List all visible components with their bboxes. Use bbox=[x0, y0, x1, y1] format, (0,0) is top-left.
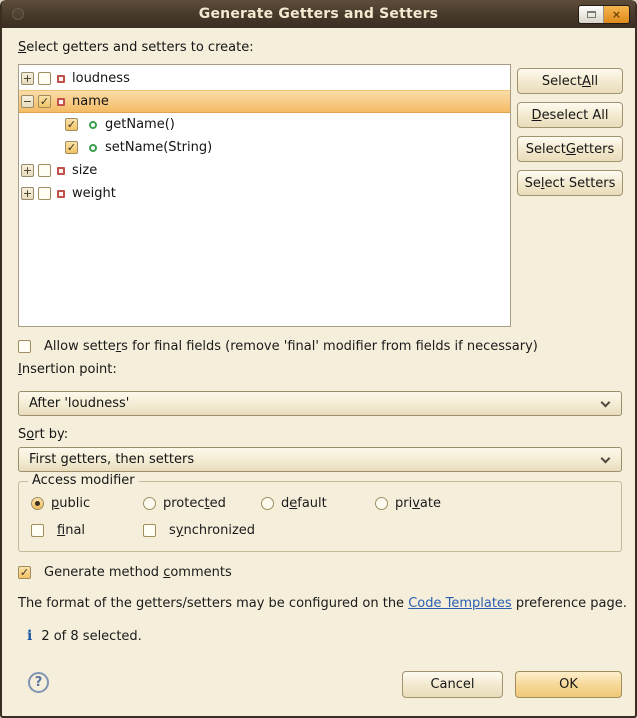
default-label: default bbox=[281, 496, 327, 511]
tree-row-label: name bbox=[72, 94, 109, 109]
getters-setters-tree[interactable]: + loudness − ✓ name ✓ getName() ✓ se bbox=[18, 64, 511, 327]
method-icon bbox=[89, 144, 97, 152]
help-button[interactable]: ? bbox=[28, 672, 49, 693]
access-modifier-legend: Access modifier bbox=[28, 473, 139, 488]
tree-row-label: size bbox=[72, 163, 97, 178]
tree-row-label: weight bbox=[72, 186, 116, 201]
default-radio[interactable] bbox=[261, 497, 274, 510]
private-label: private bbox=[395, 496, 441, 511]
ok-button[interactable]: OK bbox=[515, 671, 622, 698]
tree-section-label: Select getters and setters to create: bbox=[18, 40, 254, 55]
insertion-point-select[interactable]: After 'loudness' bbox=[18, 391, 622, 416]
check-icon: ✓ bbox=[40, 96, 49, 107]
field-icon bbox=[57, 190, 65, 198]
insertion-point-value: After 'loudness' bbox=[29, 396, 129, 411]
select-getters-button[interactable]: Select Getters bbox=[517, 136, 623, 162]
allow-setters-checkbox[interactable] bbox=[18, 340, 31, 353]
tree-row-weight[interactable]: + weight bbox=[19, 182, 510, 205]
tree-row-label: setName(String) bbox=[105, 140, 212, 155]
radio-public-row: public bbox=[31, 496, 90, 511]
radio-private-row: private bbox=[375, 496, 441, 511]
generate-comments-label: Generate method comments bbox=[44, 565, 232, 580]
tree-row-getname[interactable]: ✓ getName() bbox=[19, 113, 510, 136]
maximize-button[interactable] bbox=[579, 6, 604, 23]
expand-icon[interactable]: + bbox=[21, 72, 34, 85]
sort-by-select[interactable]: First getters, then setters bbox=[18, 447, 622, 472]
window-title: Generate Getters and Setters bbox=[199, 6, 438, 22]
synchronized-label: synchronized bbox=[169, 523, 255, 538]
checkbox-weight[interactable] bbox=[38, 187, 51, 200]
info-icon: i bbox=[27, 628, 32, 644]
method-icon bbox=[89, 121, 97, 129]
select-all-button[interactable]: Select All bbox=[517, 68, 623, 94]
insertion-point-label: Insertion point: bbox=[18, 362, 117, 377]
checkbox-name[interactable]: ✓ bbox=[38, 95, 51, 108]
final-label: final bbox=[57, 523, 85, 538]
sort-by-label: Sort by: bbox=[18, 427, 68, 442]
allow-setters-row: Allow setters for final fields (remove '… bbox=[18, 339, 538, 354]
synchronized-checkbox[interactable] bbox=[143, 524, 156, 537]
check-icon: ✓ bbox=[20, 567, 29, 578]
checkbox-setname[interactable]: ✓ bbox=[65, 141, 78, 154]
sort-by-value: First getters, then setters bbox=[29, 452, 194, 467]
allow-setters-label: Allow setters for final fields (remove '… bbox=[44, 339, 538, 354]
private-radio[interactable] bbox=[375, 497, 388, 510]
status-text: 2 of 8 selected. bbox=[41, 629, 141, 644]
titlebar[interactable]: Generate Getters and Setters × bbox=[0, 0, 637, 28]
collapse-icon[interactable]: − bbox=[21, 95, 34, 108]
generate-comments-row: ✓ Generate method comments bbox=[18, 565, 232, 580]
tree-row-setname[interactable]: ✓ setName(String) bbox=[19, 136, 510, 159]
tree-row-loudness[interactable]: + loudness bbox=[19, 67, 510, 90]
expand-icon[interactable]: + bbox=[21, 164, 34, 177]
close-icon: × bbox=[612, 9, 621, 20]
check-icon: ✓ bbox=[67, 142, 76, 153]
format-note: The format of the getters/setters may be… bbox=[18, 596, 627, 611]
check-icon: ✓ bbox=[67, 119, 76, 130]
chevron-down-icon bbox=[601, 398, 611, 408]
final-checkbox[interactable] bbox=[31, 524, 44, 537]
status-line: i 2 of 8 selected. bbox=[27, 628, 142, 644]
tree-row-name[interactable]: − ✓ name bbox=[19, 90, 510, 113]
tree-row-label: getName() bbox=[105, 117, 175, 132]
chevron-down-icon bbox=[601, 454, 611, 464]
code-templates-link[interactable]: Code Templates bbox=[408, 596, 512, 611]
tree-row-size[interactable]: + size bbox=[19, 159, 510, 182]
format-note-prefix: The format of the getters/setters may be… bbox=[18, 596, 408, 611]
generate-getters-setters-dialog: Generate Getters and Setters × Select ge… bbox=[0, 0, 637, 718]
public-label: public bbox=[51, 496, 90, 511]
expand-icon[interactable]: + bbox=[21, 187, 34, 200]
maximize-icon bbox=[587, 11, 596, 18]
tree-row-label: loudness bbox=[72, 71, 130, 86]
help-icon: ? bbox=[35, 675, 43, 690]
access-modifier-group: Access modifier public protected default… bbox=[18, 481, 622, 552]
radio-protected-row: protected bbox=[143, 496, 226, 511]
field-icon bbox=[57, 98, 65, 106]
close-button[interactable]: × bbox=[604, 6, 629, 23]
deselect-all-button[interactable]: Deselect All bbox=[517, 102, 623, 128]
checkbox-loudness[interactable] bbox=[38, 72, 51, 85]
protected-label: protected bbox=[163, 496, 226, 511]
select-setters-button[interactable]: Select Setters bbox=[517, 170, 623, 196]
final-row: final bbox=[31, 523, 85, 538]
field-icon bbox=[57, 75, 65, 83]
radio-default-row: default bbox=[261, 496, 327, 511]
public-radio[interactable] bbox=[31, 497, 44, 510]
synchronized-row: synchronized bbox=[143, 523, 255, 538]
checkbox-getname[interactable]: ✓ bbox=[65, 118, 78, 131]
window-menu-icon[interactable] bbox=[12, 8, 24, 20]
checkbox-size[interactable] bbox=[38, 164, 51, 177]
cancel-button[interactable]: Cancel bbox=[402, 671, 503, 698]
window-controls: × bbox=[578, 5, 630, 24]
generate-comments-checkbox[interactable]: ✓ bbox=[18, 566, 31, 579]
protected-radio[interactable] bbox=[143, 497, 156, 510]
field-icon bbox=[57, 167, 65, 175]
format-note-suffix: preference page. bbox=[512, 596, 627, 611]
